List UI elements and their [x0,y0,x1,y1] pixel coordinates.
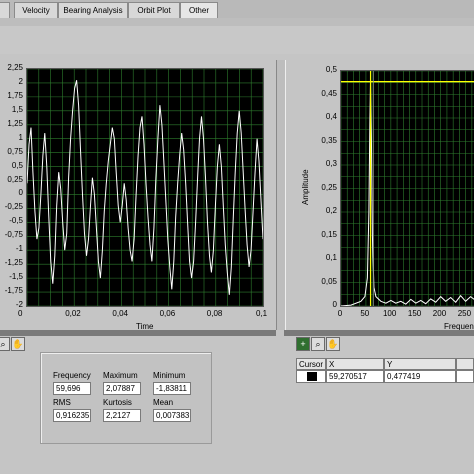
freq-y-tick: 0,15 [321,229,337,239]
cursor-style-icon [307,372,317,381]
frequency-label: Frequency [53,371,91,380]
spectrum-plot[interactable] [340,70,474,307]
minimum-label: Minimum [153,371,186,380]
time-y-tick: 1,75 [7,90,23,100]
minimum-value: -1,83811 [153,382,191,395]
cursor-header-y: Y [384,358,456,370]
frequency-value: 59,696 [53,382,91,395]
time-y-tick: -0,25 [4,202,23,212]
cursor-y-value[interactable]: 0,477419 [384,370,456,383]
freq-y-tick: 0,45 [321,88,337,98]
time-y-tick: -2 [15,300,23,309]
zoom-icon[interactable]: ⌕ [0,337,10,351]
tab-strip: Velocity Bearing Analysis Orbit Plot Oth… [0,0,474,19]
cursor-x-value[interactable]: 59,270517 [326,370,384,383]
kurtosis-label: Kurtosis [103,398,132,407]
mean-value: 0,007383 [153,409,191,422]
time-x-tick: 0 [18,309,23,318]
freq-x-tick: 200 [432,309,447,318]
tab-velocity[interactable]: Velocity [14,2,58,18]
maximum-value: 2,07887 [103,382,141,395]
freq-x-tick: 100 [382,309,397,318]
zoom-icon[interactable]: ⌕ [311,337,325,351]
time-x-tick: 0,1 [256,309,268,318]
freq-y-tick: 0,5 [325,65,337,74]
rms-value: 0,916235 [53,409,91,422]
time-x-tick: 0,06 [159,309,176,318]
right-separator-bar [284,330,474,336]
left-separator-bar [0,330,276,336]
statistics-panel: Frequency 59,696 Maximum 2,07887 Minimum… [40,352,212,444]
tab-bearing-analysis[interactable]: Bearing Analysis [58,2,128,18]
pan-hand-icon[interactable]: ✋ [11,337,25,351]
cursor-legend-table[interactable]: Cursor X Y 59,270517 0,477419 [296,358,474,392]
time-y-tick: 1 [18,132,23,142]
tab-orbit-plot[interactable]: Orbit Plot [128,2,180,18]
time-waveform-svg [26,68,264,307]
time-plot-palette: ⌕ ✋ [0,337,25,351]
cursor-row-extra [456,370,474,383]
time-y-tick: 2,25 [7,63,23,72]
freq-y-tick: 0,1 [325,253,337,262]
time-x-tick: 0,04 [112,309,128,318]
time-y-tick: -1,25 [4,258,23,268]
freq-y-tick: 0,35 [321,135,337,145]
time-y-tick: 1,5 [11,104,23,114]
time-waveform-plot[interactable] [26,68,264,307]
cursor-row-swatch[interactable] [296,370,326,383]
time-y-tick: -1 [15,244,23,254]
tab-partial[interactable] [0,2,10,18]
spectrum-trace [340,81,474,307]
freq-y-tick: 0,3 [325,159,337,168]
time-x-tick: 0,02 [65,309,81,318]
time-y-tick: 0,5 [11,160,23,170]
spectrum-svg [340,70,474,307]
cursor-header-extra [456,358,474,370]
freq-x-tick: 250 [457,309,472,318]
freq-x-tick: 0 [337,309,343,318]
upper-margin [0,26,474,54]
time-y-tick: -0,5 [9,216,23,226]
rms-label: RMS [53,398,71,407]
freq-x-tick: 150 [407,309,422,318]
cursor-crosshair-icon[interactable]: + [296,337,310,351]
header-band [0,18,474,26]
freq-y-tick: 0 [332,300,337,309]
freq-y-tick: 0,4 [325,112,337,121]
time-y-tick: 0,75 [7,146,23,156]
freq-plot-palette: + ⌕ ✋ [296,337,340,351]
time-x-tick: 0,08 [206,309,223,318]
cursor-header-x: X [326,358,384,370]
freq-y-tick: 0,05 [321,276,337,286]
bottom-area [0,448,474,474]
tab-other[interactable]: Other [180,2,218,18]
freq-x-tick: 50 [360,309,370,318]
time-y-tick: 0,25 [7,174,23,184]
kurtosis-value: 2,2127 [103,409,141,422]
cursor-header-name: Cursor [296,358,326,370]
mean-label: Mean [153,398,174,407]
time-y-tick: -1,5 [9,272,23,282]
freq-y-tick: 0,25 [321,182,337,192]
time-y-tick: -0,75 [4,230,23,240]
freq-y-tick: 0,2 [325,206,337,215]
pan-hand-icon[interactable]: ✋ [326,337,340,351]
freq-y-axis-title: Amplitude [301,169,310,205]
time-y-tick: -1,75 [4,286,23,296]
time-y-tick: 0 [18,188,23,198]
maximum-label: Maximum [103,371,138,380]
time-y-tick: 2 [18,76,23,86]
plot-splitter[interactable] [276,60,286,330]
time-y-tick: 1,25 [7,118,23,128]
